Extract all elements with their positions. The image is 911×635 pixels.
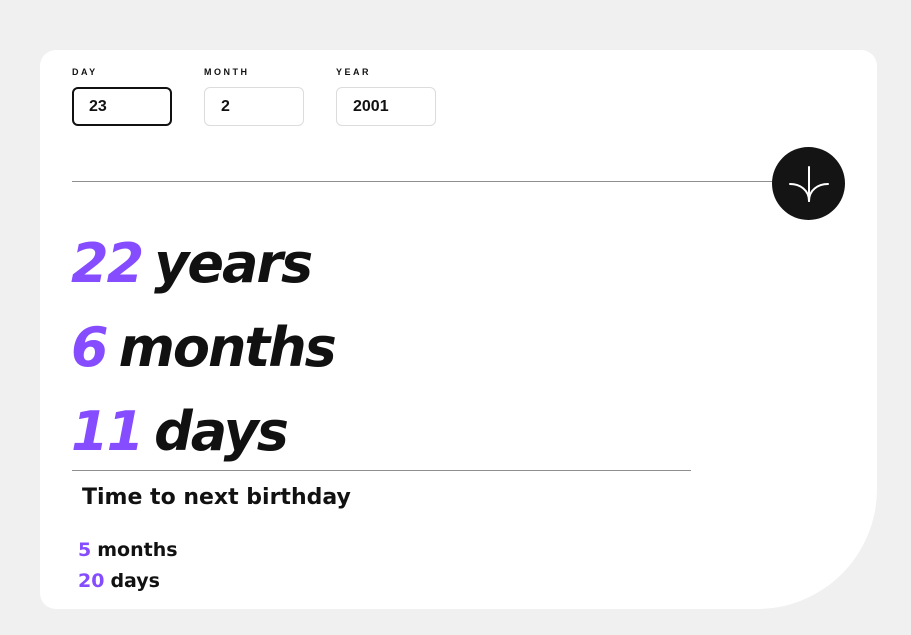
days-unit: days	[154, 400, 289, 463]
days-result: 11 days	[71, 390, 335, 474]
next-birthday-title: Time to next birthday	[82, 485, 351, 510]
day-label: DAY	[72, 67, 98, 77]
date-input-group: DAY MONTH YEAR	[72, 67, 436, 126]
bottom-divider	[72, 470, 691, 471]
year-label: YEAR	[336, 67, 372, 77]
years-value: 22	[71, 232, 144, 295]
month-input[interactable]	[204, 87, 304, 126]
next-months-unit: months	[97, 539, 178, 561]
month-field: MONTH	[204, 67, 304, 126]
age-results: 22 years 6 months 11 days	[71, 222, 337, 474]
year-input[interactable]	[336, 87, 436, 126]
next-birthday-months: 5 months	[78, 535, 178, 566]
next-days-unit: days	[110, 570, 160, 592]
arrow-down-icon	[788, 165, 829, 202]
next-birthday-days: 20 days	[78, 566, 178, 597]
month-label: MONTH	[204, 67, 250, 77]
top-divider	[72, 181, 782, 182]
years-unit: years	[154, 232, 313, 295]
submit-button[interactable]	[772, 147, 845, 220]
years-result: 22 years	[71, 222, 335, 306]
months-unit: months	[118, 316, 337, 379]
day-input[interactable]	[72, 87, 172, 126]
year-field: YEAR	[336, 67, 436, 126]
next-days-value: 20	[78, 570, 105, 592]
next-months-value: 5	[78, 539, 92, 561]
age-calculator-card: DAY MONTH YEAR 22 years 6 months 11	[40, 50, 877, 609]
days-value: 11	[71, 400, 144, 463]
day-field: DAY	[72, 67, 172, 126]
next-birthday-countdown: 5 months 20 days	[78, 535, 178, 597]
months-result: 6 months	[71, 306, 337, 390]
months-value: 6	[71, 316, 109, 379]
